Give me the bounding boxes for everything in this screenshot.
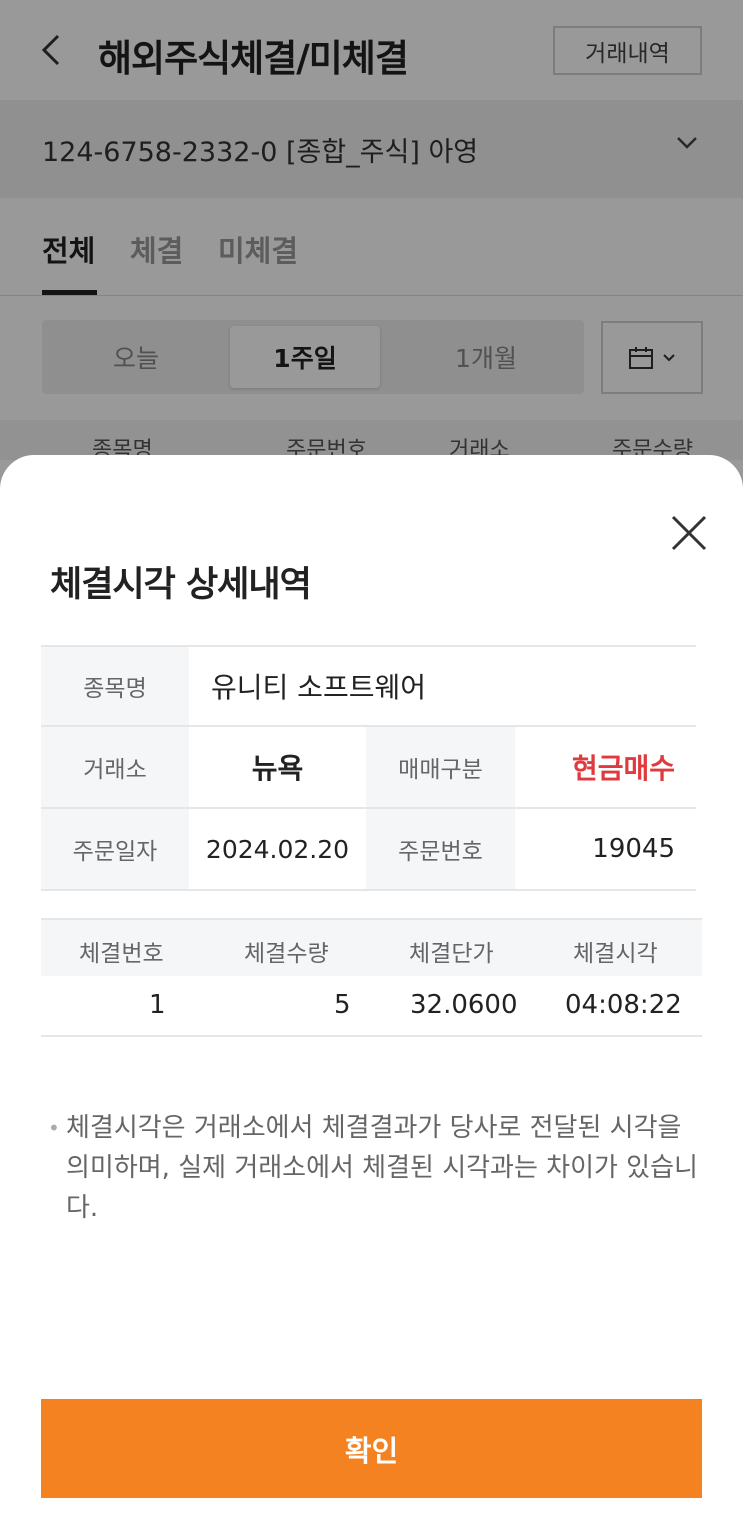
exchange-value: 뉴욕 <box>251 752 304 785</box>
col-exec-time: 체결시각 <box>573 941 658 967</box>
order-date-label: 주문일자 <box>41 809 189 889</box>
info-row-exchange: 거래소 뉴욕 매매구분 현금매수 <box>41 727 696 809</box>
exec-qty: 5 <box>334 990 351 1020</box>
table-row: 1 5 32.0600 04:08:22 <box>41 976 702 1037</box>
col-exec-price: 체결단가 <box>409 941 494 967</box>
exec-no: 1 <box>149 990 166 1020</box>
info-row-stock: 종목명 유니티 소프트웨어 <box>41 645 696 727</box>
confirm-button[interactable]: 확인 <box>41 1399 702 1498</box>
order-no-value: 19045 <box>592 834 675 864</box>
order-no-label: 주문번호 <box>366 809 515 889</box>
trade-type-value: 현금매수 <box>571 752 675 785</box>
exec-price: 32.0600 <box>410 990 518 1020</box>
order-date-value: 2024.02.20 <box>205 834 350 864</box>
stock-label: 종목명 <box>41 647 189 725</box>
sheet-title: 체결시각 상세내역 <box>50 565 312 605</box>
stock-value: 유니티 소프트웨어 <box>211 671 426 704</box>
trade-type-label: 매매구분 <box>366 727 515 807</box>
close-icon <box>671 515 707 551</box>
exec-time: 04:08:22 <box>565 990 682 1020</box>
col-exec-qty: 체결수량 <box>244 941 329 967</box>
execution-table-header: 체결번호 체결수량 체결단가 체결시각 <box>41 918 702 976</box>
note-text: 체결시각은 거래소에서 체결결과가 당사로 전달된 시각을 의미하며, 실제 거… <box>66 1113 698 1223</box>
col-exec-no: 체결번호 <box>79 941 164 967</box>
info-row-order: 주문일자 2024.02.20 주문번호 19045 <box>41 809 696 891</box>
bullet-icon: • <box>48 1116 60 1140</box>
exchange-label: 거래소 <box>41 727 189 807</box>
close-button[interactable] <box>668 512 710 554</box>
